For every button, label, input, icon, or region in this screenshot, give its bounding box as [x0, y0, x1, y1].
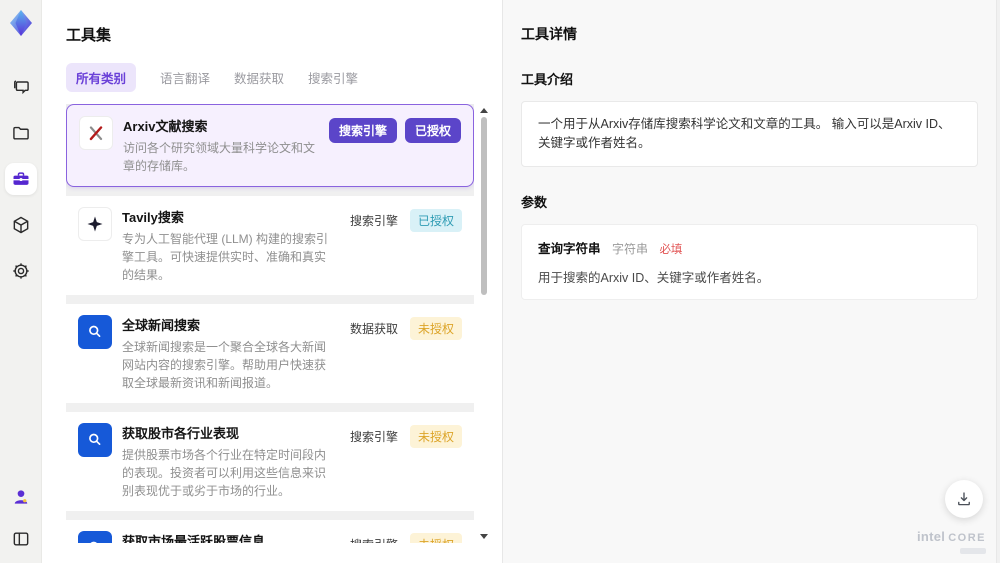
auth-status-badge: 已授权 — [404, 118, 461, 143]
nav-packages[interactable] — [5, 209, 37, 241]
params-heading: 参数 — [521, 194, 548, 210]
tool-name: Tavily搜索 — [122, 210, 184, 225]
tool-cards: Arxiv文献搜索 访问各个研究领域大量科学论文和文章的存储库。 搜索引擎 已授… — [66, 104, 474, 543]
category-tabs: 所有类别 语言翻译 数据获取 搜索引擎 — [66, 63, 502, 92]
tab-language-translation[interactable]: 语言翻译 — [160, 63, 210, 92]
folder-icon — [11, 123, 31, 143]
scrollbar-thumb[interactable] — [481, 117, 487, 295]
page-title: 工具集 — [66, 27, 112, 44]
tool-intro-text: 一个用于从Arxiv存储库搜索科学论文和文章的工具。 输入可以是Arxiv ID… — [521, 101, 978, 167]
scroll-down-arrow-icon[interactable] — [480, 534, 488, 539]
nav-collapse-panel[interactable] — [5, 523, 37, 555]
tool-description: 访问各个研究领域大量科学论文和文章的存储库。 — [123, 141, 316, 173]
intro-heading: 工具介绍 — [521, 72, 574, 87]
package-icon — [11, 215, 31, 235]
parameter-card: 查询字符串 字符串 必填 用于搜索的Arxiv ID、关键字或作者姓名。 — [521, 223, 978, 300]
auth-status-badge: 未授权 — [409, 425, 462, 448]
auth-status-badge: 未授权 — [409, 317, 462, 340]
category-tag: 搜索引擎 — [349, 430, 398, 444]
arxiv-icon — [79, 116, 113, 150]
tool-description: 全球新闻搜索是一个聚合全球各大新闻网站内容的搜索引擎。帮助用户快速获取全球最新资… — [122, 340, 327, 390]
param-description: 用于搜索的Arxiv ID、关键字或作者姓名。 — [538, 270, 770, 285]
tab-all-categories[interactable]: 所有类别 — [66, 63, 137, 92]
brand-intel: intel — [916, 529, 946, 544]
nav-chat[interactable] — [5, 71, 37, 103]
category-tag: 搜索引擎 — [328, 118, 397, 143]
nav-account[interactable] — [5, 481, 37, 513]
tool-description: 提供股票市场各个行业在特定时间段内的表现。投资者可以利用这些信息来识别表现优于或… — [122, 448, 327, 498]
tool-list-panel: 工具集 所有类别 语言翻译 数据获取 搜索引擎 Arxiv文献搜索 访问各个研究… — [42, 0, 502, 563]
app-logo-icon — [7, 9, 35, 37]
rail-bottom — [5, 481, 37, 555]
tavily-star-icon — [78, 207, 112, 241]
tool-name: Arxiv文献搜索 — [123, 119, 208, 134]
tab-search-engine[interactable]: 搜索引擎 — [308, 63, 358, 92]
tool-description: 专为人工智能代理 (LLM) 构建的搜索引擎工具。可快速提供实时、准确和真实的结… — [122, 232, 329, 282]
auth-status-badge: 已授权 — [409, 209, 462, 232]
rail-nav — [4, 71, 37, 287]
tool-detail-panel: 工具详情 工具介绍 一个用于从Arxiv存储库搜索科学论文和文章的工具。 输入可… — [502, 0, 1000, 563]
left-icon-rail — [0, 0, 42, 563]
list-item-global-news-search[interactable]: 全球新闻搜索 全球新闻搜索是一个聚合全球各大新闻网站内容的搜索引擎。帮助用户快速… — [66, 304, 474, 403]
settings-gear-icon — [11, 261, 31, 281]
blue-search-icon — [78, 531, 112, 543]
auth-status-badge: 未授权 — [409, 533, 462, 543]
tool-list-viewport: Arxiv文献搜索 访问各个研究领域大量科学论文和文章的存储库。 搜索引擎 已授… — [66, 104, 490, 543]
category-tag: 搜索引擎 — [349, 214, 398, 228]
chat-icon — [11, 77, 31, 97]
tool-name: 获取市场最活跃股票信息 — [122, 534, 266, 543]
nav-files[interactable] — [5, 117, 37, 149]
nav-settings[interactable] — [5, 255, 37, 287]
list-scrollbar[interactable] — [478, 104, 490, 543]
brand-core: CORE — [948, 532, 986, 544]
list-item-sector-performance[interactable]: 获取股市各行业表现 提供股票市场各个行业在特定时间段内的表现。投资者可以利用这些… — [66, 412, 474, 511]
param-name: 查询字符串 — [538, 241, 601, 256]
panel-toggle-icon — [11, 529, 31, 549]
list-item-arxiv-search[interactable]: Arxiv文献搜索 访问各个研究领域大量科学论文和文章的存储库。 搜索引擎 已授… — [66, 104, 474, 187]
tool-name: 获取股市各行业表现 — [122, 426, 240, 441]
param-type: 字符串 — [611, 241, 648, 256]
list-item-tavily-search[interactable]: Tavily搜索 专为人工智能代理 (LLM) 构建的搜索引擎工具。可快速提供实… — [66, 196, 474, 295]
tab-data-fetching[interactable]: 数据获取 — [234, 63, 284, 92]
download-icon — [955, 490, 973, 508]
detail-title: 工具详情 — [521, 26, 577, 42]
param-required-label: 必填 — [659, 243, 683, 256]
brand-sub-mark — [960, 548, 986, 554]
category-tag: 数据获取 — [349, 322, 398, 336]
blue-search-icon — [78, 423, 112, 457]
page-scrollbar[interactable] — [996, 0, 1000, 563]
user-icon — [11, 487, 31, 507]
toolbox-icon — [11, 169, 31, 189]
blue-search-icon — [78, 315, 112, 349]
intel-core-logo: intel CORE — [917, 529, 986, 554]
tool-name: 全球新闻搜索 — [122, 318, 201, 333]
scroll-up-arrow-icon[interactable] — [480, 108, 488, 113]
nav-toolbox[interactable] — [4, 163, 37, 195]
list-item-most-active-stocks[interactable]: 获取市场最活跃股票信息 提供当天交易量最高的股票列表，投资者可以利用这些信息来识… — [66, 520, 474, 543]
download-button[interactable] — [945, 480, 983, 518]
category-tag: 搜索引擎 — [346, 533, 402, 543]
